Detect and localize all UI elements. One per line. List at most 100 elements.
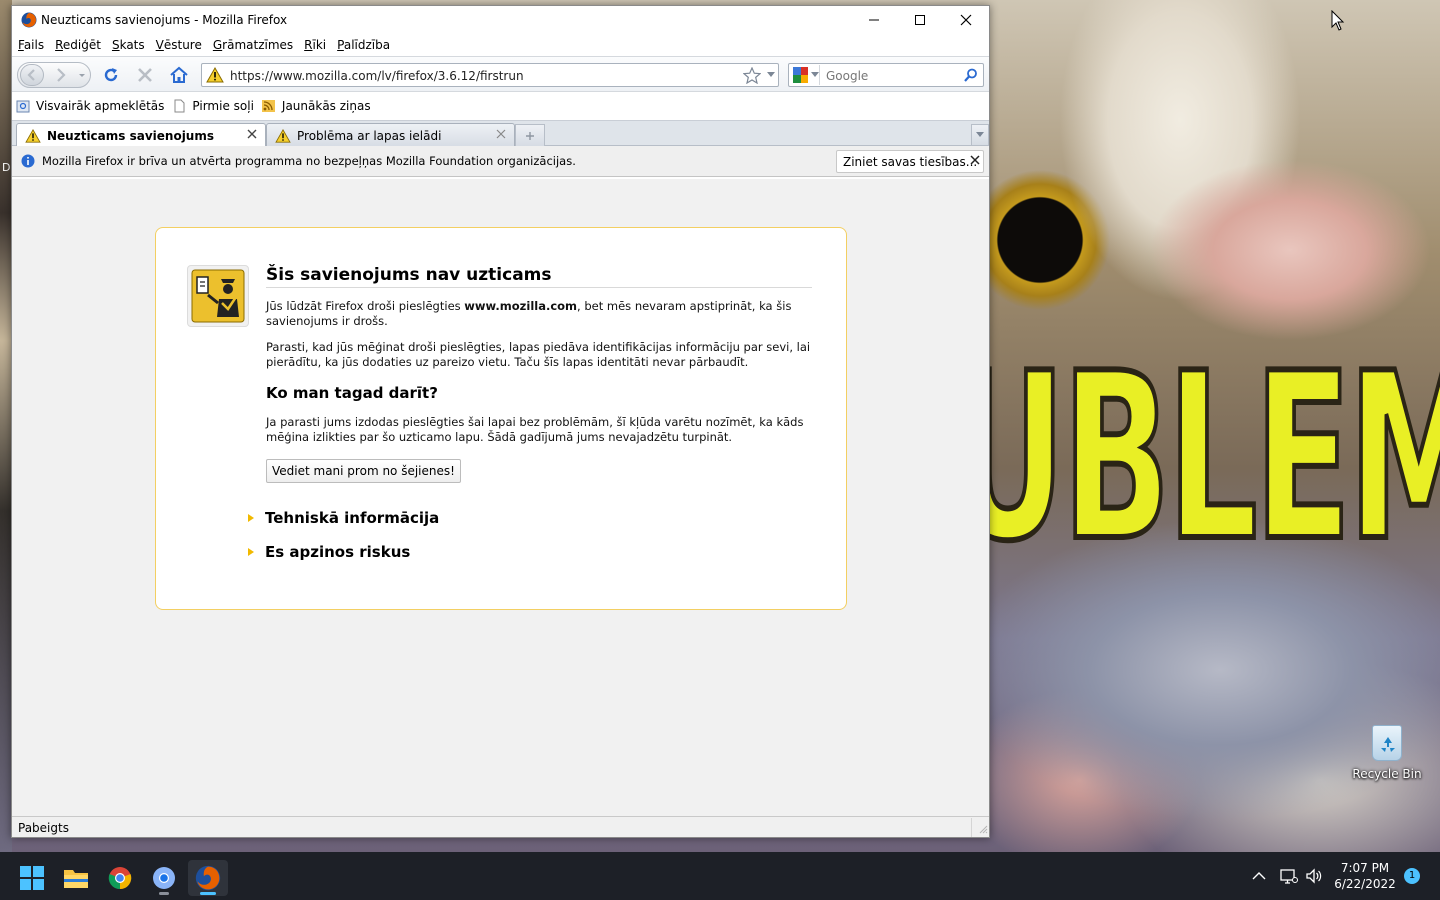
technical-details-expander[interactable]: Tehniskā informācija — [248, 509, 439, 527]
warning-icon — [206, 67, 224, 83]
chevron-down-icon — [976, 132, 984, 137]
bookmark-latest-news[interactable]: Jaunākās ziņas — [261, 99, 371, 113]
google-engine-icon — [793, 67, 809, 83]
search-placeholder: Google — [826, 69, 869, 83]
resize-grip[interactable] — [971, 818, 989, 837]
network-icon — [1280, 869, 1298, 884]
smart-folder-icon — [16, 100, 30, 113]
error-host: www.mozilla.com — [464, 299, 578, 313]
bookmark-first-steps[interactable]: Pirmie soļi — [172, 99, 254, 113]
active-indicator — [200, 892, 216, 895]
menu-bar: Fails Rediģēt Skats Vēsture Grāmatzīmes … — [12, 34, 989, 56]
status-text: Pabeigts — [18, 821, 69, 835]
know-your-rights-button[interactable]: Ziniet savas tiesības... — [836, 150, 985, 173]
windows-logo-icon — [20, 866, 44, 890]
navigation-toolbar: https://www.mozilla.com/lv/firefox/3.6.1… — [12, 56, 989, 92]
menu-vesture[interactable]: Vēsture — [156, 38, 202, 52]
list-all-tabs-button[interactable] — [971, 124, 989, 146]
maximize-button[interactable] — [897, 6, 943, 34]
menu-skats[interactable]: Skats — [112, 38, 145, 52]
new-tab-button[interactable] — [515, 124, 545, 146]
chrome-blue-icon — [153, 867, 175, 889]
url-dropdown-icon[interactable] — [767, 72, 775, 78]
volume-tray-button[interactable] — [1305, 852, 1323, 900]
error-paragraph-2: Parasti, kad jūs mēģinat droši pieslēgti… — [266, 340, 811, 369]
tab-untrusted-connection[interactable]: Neuzticams savienojums — [16, 123, 266, 148]
firefox-logo-icon — [21, 12, 37, 28]
get-me-out-button[interactable]: Vediet mani prom no šejienes! — [266, 459, 461, 483]
window-title: Neuzticams savienojums - Mozilla Firefox — [41, 13, 288, 27]
reload-button[interactable] — [101, 65, 121, 85]
bookmarks-toolbar: Visvairāk apmeklētās Pirmie soļi Jaunākā… — [12, 92, 989, 120]
back-arrow-icon — [27, 69, 35, 81]
stop-button[interactable] — [135, 65, 155, 85]
error-paragraph-1: Jūs lūdzāt Firefox droši pieslēgties www… — [266, 299, 792, 328]
history-dropdown-icon[interactable] — [78, 67, 86, 83]
notification-center-badge[interactable]: 1 — [1404, 868, 1420, 884]
clock-date: 6/22/2022 — [1334, 877, 1396, 891]
url-bar[interactable]: https://www.mozilla.com/lv/firefox/3.6.1… — [201, 63, 779, 87]
tab-strip: Neuzticams savienojums Problēma ar lapas… — [12, 120, 989, 148]
page-content: Šis savienojums nav uzticams Jūs lūdzāt … — [12, 179, 989, 816]
taskbar-file-explorer[interactable] — [56, 860, 96, 896]
forward-arrow-icon[interactable] — [54, 67, 68, 83]
notification-bar: Mozilla Firefox ir brīva un atvērta prog… — [12, 146, 989, 177]
menu-gramatzimes[interactable]: Grāmatzīmes — [213, 38, 293, 52]
search-engine-selector[interactable] — [790, 65, 820, 85]
chrome-icon — [108, 867, 132, 890]
title-bar[interactable]: Neuzticams savienojums - Mozilla Firefox — [12, 6, 989, 34]
taskbar-chrome[interactable] — [100, 860, 140, 896]
notification-message: Mozilla Firefox ir brīva un atvērta prog… — [42, 154, 576, 168]
menu-palidziba[interactable]: Palīdzība — [337, 38, 390, 52]
bookmark-most-visited[interactable]: Visvairāk apmeklētās — [16, 99, 164, 113]
network-tray-button[interactable] — [1280, 852, 1298, 900]
taskbar-chrome-2[interactable] — [144, 860, 184, 896]
close-icon — [960, 14, 972, 26]
tab-close-icon[interactable] — [247, 129, 257, 139]
tab-close-icon[interactable] — [496, 129, 506, 139]
home-icon — [170, 66, 188, 83]
search-icon[interactable] — [964, 68, 978, 82]
firefox-window: Neuzticams savienojums - Mozilla Firefox… — [11, 5, 990, 838]
volume-icon — [1306, 868, 1322, 884]
page-icon — [174, 99, 185, 113]
taskbar: 7:07 PM 6/22/2022 — [0, 852, 1440, 900]
error-body: Šis savienojums nav uzticams Jūs lūdzāt … — [266, 265, 812, 483]
back-forward-group — [17, 62, 91, 88]
menu-rediget[interactable]: Rediģēt — [55, 38, 101, 52]
recycle-bin-icon — [1372, 725, 1402, 761]
error-subtitle: Ko man tagad darīt? — [266, 384, 438, 402]
recycle-bin-desktop-icon[interactable]: Recycle Bin — [1350, 725, 1424, 781]
desktop-left-label: D — [2, 161, 11, 174]
taskbar-firefox[interactable] — [188, 860, 228, 896]
menu-fails[interactable]: Fails — [18, 38, 44, 52]
rss-feed-icon — [261, 100, 275, 112]
minimize-button[interactable] — [851, 6, 897, 34]
expander-arrow-icon — [248, 548, 254, 556]
start-button[interactable] — [12, 860, 52, 896]
back-button[interactable] — [20, 64, 44, 86]
error-paragraph-3: Ja parasti jums izdodas pieslēgties šai … — [266, 415, 804, 444]
tab-page-load-problem[interactable]: Problēma ar lapas ielādi — [266, 123, 515, 147]
tab-label: Neuzticams savienojums — [47, 129, 214, 143]
maximize-icon — [915, 15, 925, 25]
clock-time: 7:07 PM — [1340, 861, 1390, 875]
reload-icon — [104, 68, 118, 82]
search-bar[interactable]: Google — [788, 63, 984, 87]
chevron-up-icon — [1252, 872, 1266, 880]
tray-overflow-button[interactable] — [1252, 852, 1266, 900]
close-button[interactable] — [943, 6, 989, 34]
mouse-cursor-icon — [1331, 10, 1345, 31]
notification-close-icon[interactable] — [970, 155, 980, 165]
menu-riki[interactable]: Rīki — [304, 38, 326, 52]
status-bar: Pabeigts — [12, 816, 989, 837]
info-icon — [21, 154, 35, 168]
home-button[interactable] — [169, 65, 189, 85]
clock[interactable]: 7:07 PM 6/22/2022 — [1330, 860, 1400, 892]
plus-icon — [526, 131, 534, 140]
understand-risks-expander[interactable]: Es apzinos riskus — [248, 543, 410, 561]
tab-warning-icon — [275, 128, 291, 143]
running-indicator — [159, 892, 169, 895]
bookmark-star-icon[interactable] — [743, 67, 761, 84]
minimize-icon — [869, 19, 879, 21]
